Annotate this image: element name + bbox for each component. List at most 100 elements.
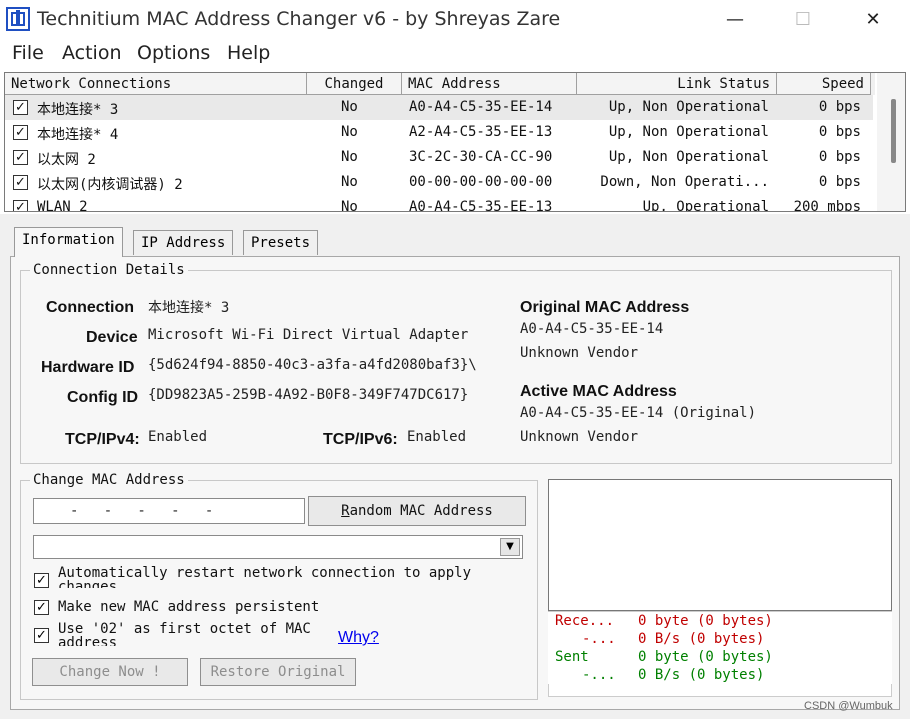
row-mac: A0-A4-C5-35-EE-13 xyxy=(409,199,553,212)
chevron-down-icon[interactable]: ▼ xyxy=(500,538,520,556)
row-name: WLAN 2 xyxy=(37,199,88,212)
persistent-option-label: Make new MAC address persistent xyxy=(58,599,320,615)
column-header-link-status[interactable]: Link Status xyxy=(577,73,777,95)
restore-original-button[interactable]: Restore Original xyxy=(200,658,356,686)
random-mac-button[interactable]: Random MAC Address xyxy=(308,496,526,526)
tab-ip-address[interactable]: IP Address xyxy=(133,230,234,255)
row-speed: 0 bps xyxy=(818,149,861,165)
row-name: 本地连接* 3 xyxy=(37,102,119,118)
list-scrollbar[interactable] xyxy=(877,73,905,211)
random-mac-button-hotkey: R xyxy=(341,503,350,519)
row-checkbox[interactable]: ✓ xyxy=(13,150,28,165)
menu-action[interactable]: Action xyxy=(62,42,122,64)
change-now-button[interactable]: Change Now ! xyxy=(32,658,188,686)
row-changed: No xyxy=(341,199,358,212)
use-02-option-label: Use '02' as first octet of MAC address xyxy=(58,622,311,646)
device-value: Microsoft Wi-Fi Direct Virtual Adapter xyxy=(148,327,469,343)
menu-options[interactable]: Options xyxy=(137,42,210,64)
active-mac-label: Active MAC Address xyxy=(520,383,677,400)
received-label: Rece... xyxy=(555,613,615,629)
row-speed: 0 bps xyxy=(818,99,861,115)
tcpipv4-value: Enabled xyxy=(148,429,208,445)
device-label: Device xyxy=(86,329,138,346)
watermark: CSDN @Wumbuk xyxy=(804,700,893,712)
menu-help[interactable]: Help xyxy=(227,42,270,64)
mac-address-input[interactable]: - - - - - xyxy=(33,498,305,524)
preset-dropdown[interactable]: ▼ xyxy=(33,535,523,559)
row-speed: 0 bps xyxy=(818,174,861,190)
traffic-graph xyxy=(548,479,892,611)
row-changed: No xyxy=(341,124,358,140)
column-header-network-connections[interactable]: Network Connections xyxy=(5,73,307,95)
list-row[interactable]: ✓ WLAN 2 No A0-A4-C5-35-EE-13 Up, Operat… xyxy=(5,195,873,212)
row-name: 以太网 2 xyxy=(37,152,96,168)
close-button[interactable]: ✕ xyxy=(850,0,896,38)
received-rate-label: -... xyxy=(582,631,616,647)
maximize-button[interactable]: ☐ xyxy=(780,0,826,38)
config-id-label: Config ID xyxy=(67,389,139,406)
menu-bar: File Action Options Help xyxy=(0,38,910,70)
connection-label: Connection xyxy=(46,299,134,316)
row-checkbox[interactable]: ✓ xyxy=(13,100,28,115)
row-checkbox[interactable]: ✓ xyxy=(13,125,28,140)
row-mac: 00-00-00-00-00-00 xyxy=(409,174,553,190)
sent-rate-label: -... xyxy=(582,667,616,683)
row-checkbox[interactable]: ✓ xyxy=(13,175,28,190)
app-icon xyxy=(6,7,30,31)
list-row[interactable]: ✓ 本地连接* 3 No A0-A4-C5-35-EE-14 Up, Non O… xyxy=(5,95,873,120)
restart-checkbox[interactable]: ✓ xyxy=(34,573,49,588)
menu-file[interactable]: File xyxy=(12,42,44,64)
active-vendor-value: Unknown Vendor xyxy=(520,429,639,445)
row-checkbox[interactable]: ✓ xyxy=(13,200,28,211)
persistent-checkbox[interactable]: ✓ xyxy=(34,600,49,615)
sent-row: Sent 0 byte (0 bytes) xyxy=(548,648,892,666)
sent-rate: 0 B/s (0 bytes) xyxy=(638,667,765,683)
connection-details-label: Connection Details xyxy=(30,262,188,278)
row-name: 本地连接* 4 xyxy=(37,127,119,143)
received-bytes: 0 byte (0 bytes) xyxy=(638,613,773,629)
hardware-id-label: Hardware ID xyxy=(41,359,135,376)
list-header: Network Connections Changed MAC Address … xyxy=(5,73,875,95)
list-row[interactable]: ✓ 以太网 2 No 3C-2C-30-CA-CC-90 Up, Non Ope… xyxy=(5,145,873,170)
original-mac-label: Original MAC Address xyxy=(520,299,690,316)
scrollbar-thumb[interactable] xyxy=(891,99,896,163)
change-mac-label: Change MAC Address xyxy=(30,472,188,488)
list-row[interactable]: ✓ 本地连接* 4 No A2-A4-C5-35-EE-13 Up, Non O… xyxy=(5,120,873,145)
why-link[interactable]: Why? xyxy=(338,629,379,647)
row-status: Up, Operational xyxy=(642,199,769,212)
row-changed: No xyxy=(341,149,358,165)
list-row[interactable]: ✓ 以太网(内核调试器) 2 No 00-00-00-00-00-00 Down… xyxy=(5,170,873,195)
config-id-value: {DD9823A5-259B-4A92-B0F8-349F747DC617} xyxy=(148,387,469,403)
row-changed: No xyxy=(341,174,358,190)
tcpipv4-label: TCP/IPv4: xyxy=(65,431,140,448)
row-speed: 200 mbps xyxy=(793,199,861,212)
row-status: Down, Non Operati... xyxy=(600,174,769,190)
sent-label: Sent xyxy=(555,649,589,665)
use-02-checkbox[interactable]: ✓ xyxy=(34,628,49,643)
received-row: Rece... 0 byte (0 bytes) xyxy=(548,612,892,630)
column-header-changed[interactable]: Changed xyxy=(307,73,402,95)
row-status: Up, Non Operational xyxy=(608,149,769,165)
network-connections-list[interactable]: Network Connections Changed MAC Address … xyxy=(4,72,906,212)
window-title: Technitium MAC Address Changer v6 - by S… xyxy=(37,8,561,30)
column-header-mac-address[interactable]: MAC Address xyxy=(402,73,577,95)
sent-bytes: 0 byte (0 bytes) xyxy=(638,649,773,665)
tcpipv6-value: Enabled xyxy=(407,429,467,445)
restart-option-label: Automatically restart network connection… xyxy=(58,566,472,588)
minimize-button[interactable]: — xyxy=(712,0,758,38)
sent-rate-row: -... 0 B/s (0 bytes) xyxy=(548,666,892,684)
tab-presets[interactable]: Presets xyxy=(243,230,319,255)
column-header-speed[interactable]: Speed xyxy=(777,73,871,95)
connection-value: 本地连接* 3 xyxy=(148,300,230,316)
tcpipv6-label: TCP/IPv6: xyxy=(323,431,398,448)
original-vendor-value: Unknown Vendor xyxy=(520,345,639,361)
received-rate-row: -... 0 B/s (0 bytes) xyxy=(548,630,892,648)
received-rate: 0 B/s (0 bytes) xyxy=(638,631,765,647)
title-bar: Technitium MAC Address Changer v6 - by S… xyxy=(0,0,910,38)
row-mac: A2-A4-C5-35-EE-13 xyxy=(409,124,553,140)
row-mac: A0-A4-C5-35-EE-14 xyxy=(409,99,553,115)
row-changed: No xyxy=(341,99,358,115)
active-mac-value: A0-A4-C5-35-EE-14 (Original) xyxy=(520,405,757,421)
tab-information[interactable]: Information xyxy=(14,227,123,257)
row-mac: 3C-2C-30-CA-CC-90 xyxy=(409,149,553,165)
